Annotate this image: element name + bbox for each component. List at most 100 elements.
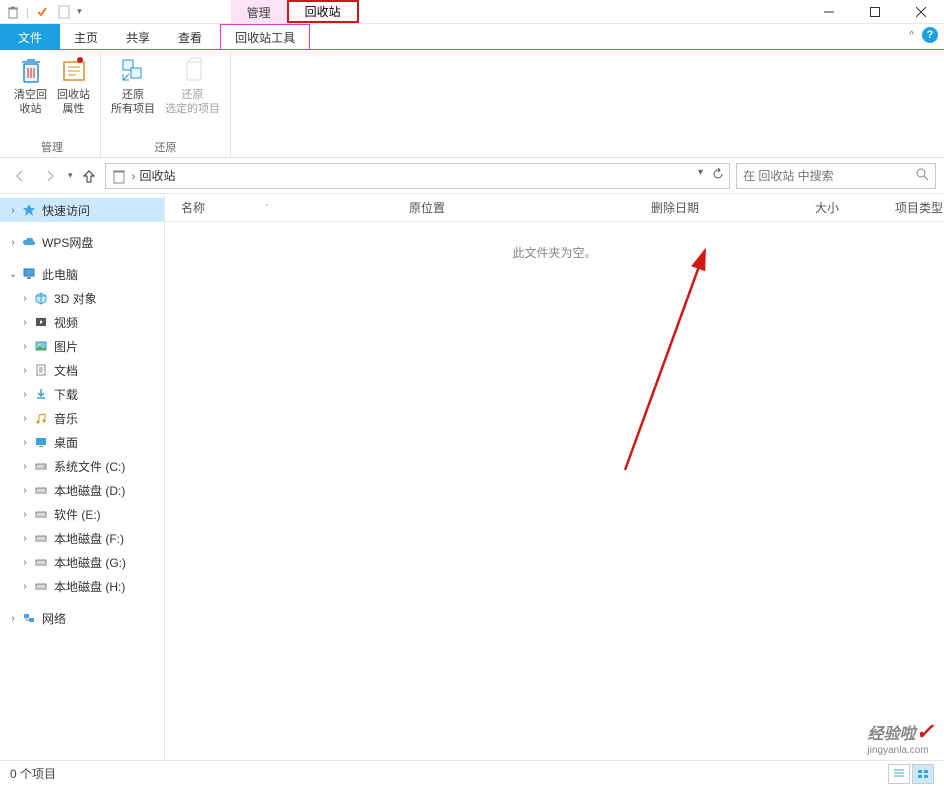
ribbon-tabs: 文件 主页 共享 查看 回收站工具 ^ ? <box>0 24 944 50</box>
navigation-pane[interactable]: › 快速访问 › WPS网盘 ⌄ 此电脑 ›3D 对象 ›视频 ›图片 ›文档 … <box>0 194 165 760</box>
search-box[interactable] <box>736 163 936 189</box>
minimize-button[interactable] <box>806 0 852 23</box>
qat-separator: | <box>26 5 29 19</box>
ribbon-group-manage-label: 管理 <box>10 137 94 157</box>
maximize-button[interactable] <box>852 0 898 23</box>
column-header-date-deleted[interactable]: 删除日期 <box>651 199 815 216</box>
recycle-bin-icon <box>110 167 128 185</box>
column-header-type[interactable]: 项目类型 <box>895 199 943 216</box>
tab-home[interactable]: 主页 <box>60 24 112 49</box>
tab-recycle-tools[interactable]: 回收站工具 <box>220 24 310 49</box>
sidebar-3d-objects[interactable]: ›3D 对象 <box>0 286 164 310</box>
computer-icon <box>20 265 38 283</box>
restore-selected-button[interactable]: 还原 选定的项目 <box>161 52 224 137</box>
empty-recycle-button[interactable]: 清空回 收站 <box>10 52 51 137</box>
tab-view[interactable]: 查看 <box>164 24 216 49</box>
window-controls <box>806 0 944 23</box>
column-header-name[interactable]: 名称ˇ <box>181 199 409 216</box>
recycle-bin-icon[interactable] <box>4 3 22 21</box>
chevron-right-icon[interactable]: › <box>18 341 32 352</box>
up-button[interactable] <box>79 166 99 186</box>
chevron-right-icon[interactable]: › <box>18 437 32 448</box>
status-item-count: 0 个项目 <box>10 765 56 782</box>
ribbon-collapse-icon[interactable]: ^ <box>909 30 914 41</box>
sidebar-drive-d[interactable]: ›本地磁盘 (D:) <box>0 478 164 502</box>
status-bar: 0 个项目 <box>0 760 944 786</box>
breadcrumb-location[interactable]: 回收站 <box>140 167 176 184</box>
recycle-props-button[interactable]: 回收站 属性 <box>53 52 94 137</box>
chevron-right-icon[interactable]: › <box>18 365 32 376</box>
sidebar-drive-e[interactable]: ›软件 (E:) <box>0 502 164 526</box>
restore-all-button[interactable]: 还原 所有项目 <box>107 52 159 137</box>
title-context-tabs: 管理 回收站 <box>231 0 359 23</box>
address-bar[interactable]: › 回收站 ▾ <box>105 163 730 189</box>
sidebar-wps-cloud[interactable]: › WPS网盘 <box>0 230 164 254</box>
chevron-right-icon[interactable]: › <box>18 533 32 544</box>
search-input[interactable] <box>743 169 915 183</box>
drive-icon <box>32 529 50 547</box>
restore-selected-label: 还原 选定的项目 <box>165 88 220 116</box>
sidebar-this-pc[interactable]: ⌄ 此电脑 <box>0 262 164 286</box>
qat-dropdown-icon[interactable]: ▾ <box>77 6 82 17</box>
title-tab-manage[interactable]: 管理 <box>231 0 287 23</box>
navigation-bar: ▾ › 回收站 ▾ <box>0 158 944 194</box>
chevron-right-icon[interactable]: › <box>6 613 20 624</box>
sidebar-desktop[interactable]: ›桌面 <box>0 430 164 454</box>
ribbon: 清空回 收站 回收站 属性 管理 还原 所有项目 还原 选定的项目 还原 <box>0 50 944 158</box>
sidebar-network[interactable]: › 网络 <box>0 606 164 630</box>
ribbon-group-restore-label: 还原 <box>107 137 224 157</box>
tab-share[interactable]: 共享 <box>112 24 164 49</box>
checkmark-icon[interactable] <box>33 3 51 21</box>
history-dropdown-icon[interactable]: ▾ <box>68 170 73 181</box>
chevron-right-icon[interactable]: › <box>18 389 32 400</box>
sidebar-downloads[interactable]: ›下载 <box>0 382 164 406</box>
recycle-props-label: 回收站 属性 <box>57 88 90 116</box>
chevron-right-icon[interactable]: › <box>18 293 32 304</box>
forward-button[interactable] <box>38 164 62 188</box>
sidebar-drive-f[interactable]: ›本地磁盘 (F:) <box>0 526 164 550</box>
chevron-right-icon[interactable]: › <box>18 461 32 472</box>
sidebar-documents[interactable]: ›文档 <box>0 358 164 382</box>
document-icon <box>32 361 50 379</box>
chevron-right-icon[interactable]: › <box>6 205 20 216</box>
help-icon[interactable]: ? <box>922 27 938 43</box>
chevron-right-icon[interactable]: › <box>18 509 32 520</box>
sidebar-music[interactable]: ›音乐 <box>0 406 164 430</box>
drive-icon <box>32 577 50 595</box>
chevron-right-icon[interactable]: › <box>18 581 32 592</box>
video-icon <box>32 313 50 331</box>
drive-icon <box>32 553 50 571</box>
chevron-right-icon[interactable]: › <box>18 485 32 496</box>
chevron-right-icon[interactable]: › <box>6 237 20 248</box>
column-header-location[interactable]: 原位置 <box>409 199 651 216</box>
sidebar-pictures[interactable]: ›图片 <box>0 334 164 358</box>
star-icon <box>20 201 38 219</box>
title-bar: | ▾ 管理 回收站 <box>0 0 944 24</box>
chevron-right-icon[interactable]: › <box>18 317 32 328</box>
sidebar-drive-h[interactable]: ›本地磁盘 (H:) <box>0 574 164 598</box>
refresh-icon[interactable] <box>711 167 725 184</box>
address-dropdown-icon[interactable]: ▾ <box>698 167 703 184</box>
title-tab-recycle-bin[interactable]: 回收站 <box>287 0 359 23</box>
column-header-size[interactable]: 大小 <box>815 199 895 216</box>
back-button[interactable] <box>8 164 32 188</box>
empty-recycle-label: 清空回 收站 <box>14 88 47 116</box>
tab-file[interactable]: 文件 <box>0 24 60 49</box>
drive-icon <box>32 481 50 499</box>
search-icon[interactable] <box>915 167 929 184</box>
chevron-down-icon[interactable]: ⌄ <box>6 269 20 280</box>
view-icons-button[interactable] <box>912 764 934 784</box>
chevron-right-icon[interactable]: › <box>18 557 32 568</box>
sidebar-drive-g[interactable]: ›本地磁盘 (G:) <box>0 550 164 574</box>
sidebar-quick-access[interactable]: › 快速访问 <box>0 198 164 222</box>
view-details-button[interactable] <box>888 764 910 784</box>
sidebar-drive-c[interactable]: ›系统文件 (C:) <box>0 454 164 478</box>
chevron-right-icon[interactable]: › <box>18 413 32 424</box>
cube-icon <box>32 289 50 307</box>
ribbon-group-restore: 还原 所有项目 还原 选定的项目 还原 <box>101 52 231 157</box>
sidebar-videos[interactable]: ›视频 <box>0 310 164 334</box>
download-icon <box>32 385 50 403</box>
close-button[interactable] <box>898 0 944 23</box>
document-icon[interactable] <box>55 3 73 21</box>
network-icon <box>20 609 38 627</box>
